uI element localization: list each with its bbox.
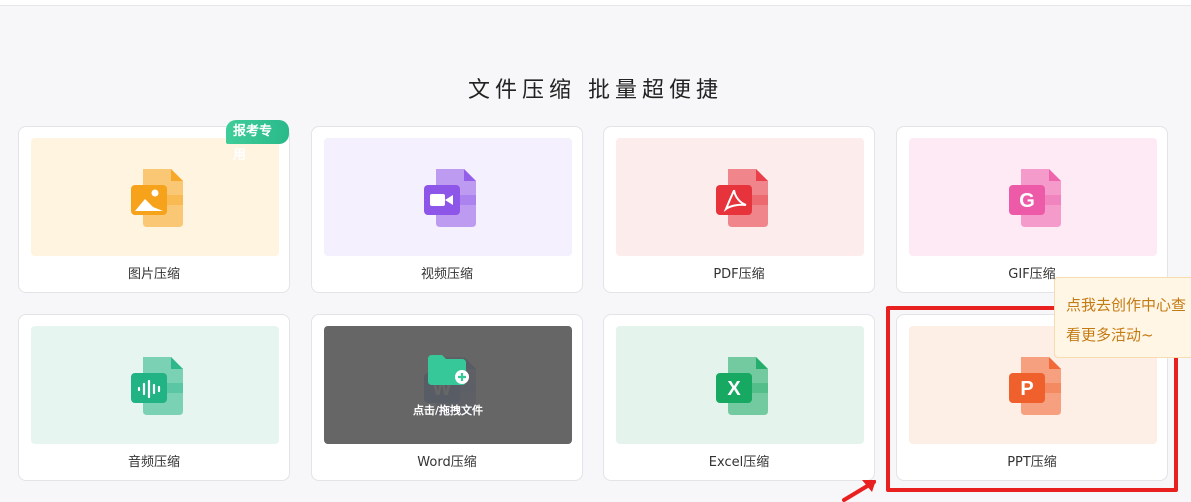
upload-drop-zone[interactable]: 点击/拖拽文件 [324, 326, 572, 444]
page-title: 文件压缩 批量超便捷 [468, 78, 723, 103]
card-thumbnail: X [616, 326, 864, 444]
top-bar [0, 0, 1191, 6]
tooltip-line-1: 点我去创作中心查 [1066, 296, 1187, 314]
card-label: Excel压缩 [708, 455, 770, 470]
svg-text:G: G [1019, 190, 1035, 212]
tool-card-excel[interactable]: X Excel压缩 [603, 314, 875, 481]
exam-badge: 报考专用 [226, 120, 289, 163]
tool-card-tool-1[interactable]: 视频压缩 [311, 126, 583, 293]
tooltip-line-2: 看更多活动~ [1066, 326, 1154, 344]
tool-card-word[interactable]: W点击/拖拽文件Word压缩 [311, 314, 583, 481]
drop-zone-label: 点击/拖拽文件 [412, 404, 484, 417]
card-label: Word压缩 [417, 455, 477, 470]
tool-card-tool-0[interactable]: 图片压缩 报考专用 [18, 120, 290, 293]
card-label: 视频压缩 [420, 267, 473, 282]
gif-file-icon: G [997, 159, 1069, 235]
tool-card-gif[interactable]: G GIF压缩 [896, 126, 1168, 293]
card-label: 图片压缩 [127, 267, 180, 282]
arrow-pointer-icon [842, 480, 876, 502]
card-thumbnail [324, 138, 572, 256]
svg-text:X: X [727, 378, 741, 400]
card-thumbnail [31, 326, 279, 444]
folder-add-icon [426, 353, 470, 391]
image-file-icon [119, 159, 191, 235]
audio-file-icon [119, 347, 191, 423]
video-file-icon [412, 159, 484, 235]
pdf-file-icon [704, 159, 776, 235]
card-label: PDF压缩 [713, 267, 765, 282]
excel-file-icon: X [704, 347, 776, 423]
creator-center-tooltip[interactable]: 点我去创作中心查 看更多活动~ [1054, 277, 1191, 358]
card-label: 音频压缩 [127, 455, 180, 470]
tool-card-pdf[interactable]: PDF压缩 [603, 126, 875, 293]
card-thumbnail: G [909, 138, 1157, 256]
card-thumbnail [616, 138, 864, 256]
tool-card-tool-4[interactable]: 音频压缩 [18, 314, 290, 481]
